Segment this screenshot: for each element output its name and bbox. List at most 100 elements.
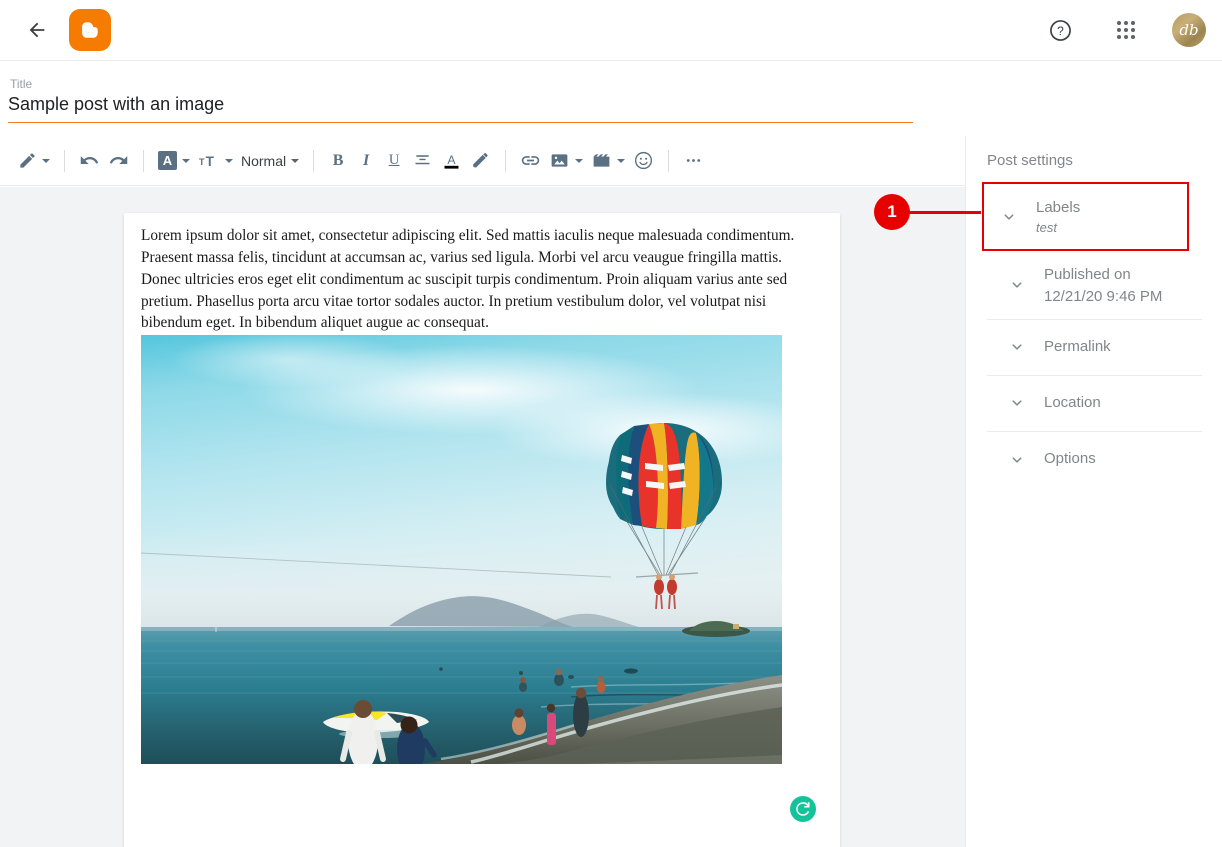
sidebar-item-location-name: Location	[1044, 393, 1101, 411]
more-options-icon	[686, 159, 701, 162]
chevron-down-icon	[617, 158, 626, 163]
sidebar-item-permalink-name: Permalink	[1044, 337, 1111, 355]
post-settings-list: Labels test Published on 12/21/20 9:46 P…	[966, 182, 1222, 488]
sidebar-item-permalink[interactable]: Permalink	[987, 320, 1202, 376]
chevron-down-icon	[1008, 394, 1032, 412]
sidebar-item-published-on-name: Published on	[1044, 266, 1131, 284]
undo-icon	[80, 156, 99, 164]
post-settings-sidebar: Post settings Labels test Published on 1…	[965, 136, 1222, 847]
title-label: Title	[10, 77, 33, 91]
toolbar-divider	[505, 149, 507, 172]
blogger-post-editor: ? db Title Sample post with an image A T…	[0, 0, 1222, 847]
top-app-bar: ? db	[0, 0, 1222, 61]
grammarly-button[interactable]	[790, 796, 816, 822]
annotation-badge-number: 1	[887, 202, 897, 221]
text-color-icon: A	[444, 153, 459, 169]
strikethrough-button[interactable]	[408, 144, 437, 178]
sidebar-item-options-texts: Options	[1032, 449, 1096, 469]
toolbar-divider	[313, 149, 315, 172]
sidebar-item-labels-name: Labels	[1036, 199, 1081, 216]
annotation-connector-line	[903, 211, 981, 214]
svg-text:A: A	[448, 153, 457, 167]
sidebar-item-location[interactable]: Location	[987, 376, 1202, 432]
topbar-actions: ? db	[1040, 10, 1222, 50]
link-icon	[521, 156, 540, 165]
text-color-button[interactable]: A	[437, 144, 466, 178]
chevron-down-icon	[225, 158, 233, 163]
sidebar-item-options[interactable]: Options	[987, 432, 1202, 488]
avatar-initials: db	[1179, 21, 1199, 39]
font-family-icon: A	[158, 151, 177, 170]
sidebar-item-options-name: Options	[1044, 450, 1096, 468]
svg-text:?: ?	[1057, 24, 1064, 38]
toolbar-divider	[668, 149, 670, 172]
emoji-icon	[635, 151, 653, 170]
sidebar-item-labels-texts: Labels test	[1024, 198, 1080, 235]
pen-button[interactable]	[14, 144, 54, 178]
paragraph-style-dropdown[interactable]: Normal	[237, 153, 303, 169]
highlight-color-icon	[473, 153, 488, 168]
undo-button[interactable]	[75, 144, 104, 178]
sidebar-item-published-on-texts: Published on 12/21/20 9:46 PM	[1032, 265, 1162, 304]
font-size-button[interactable]: T T	[194, 144, 237, 178]
google-apps-button[interactable]	[1106, 10, 1146, 50]
chevron-down-icon	[42, 158, 50, 163]
chevron-down-icon	[1008, 451, 1032, 469]
chevron-down-icon	[291, 158, 300, 163]
insert-video-button[interactable]	[587, 144, 629, 178]
post-image[interactable]	[141, 335, 782, 764]
underline-icon: U	[388, 152, 400, 168]
strikethrough-icon	[415, 155, 430, 165]
toolbar-divider	[143, 149, 144, 172]
svg-text:T: T	[199, 157, 205, 167]
sidebar-item-published-on[interactable]: Published on 12/21/20 9:46 PM	[987, 251, 1202, 320]
annotation-badge-1: 1	[874, 194, 910, 230]
svg-text:T: T	[206, 154, 215, 169]
chevron-down-icon	[575, 158, 584, 163]
font-family-button[interactable]: A	[154, 144, 194, 178]
sidebar-item-location-texts: Location	[1032, 393, 1101, 413]
paragraph-style-label: Normal	[241, 152, 287, 169]
beach-parasailing-photo	[141, 335, 782, 764]
chevron-down-icon	[182, 158, 190, 163]
italic-icon: I	[363, 151, 370, 169]
insert-video-icon	[593, 154, 610, 167]
sidebar-item-published-on-value: 12/21/20 9:46 PM	[1044, 287, 1163, 305]
help-button[interactable]: ?	[1040, 10, 1080, 50]
grammarly-icon	[796, 802, 810, 816]
emoji-button[interactable]	[629, 144, 658, 178]
bold-icon: B	[332, 151, 344, 169]
sidebar-item-labels-value: test	[1036, 220, 1057, 236]
sidebar-item-labels[interactable]: Labels test	[982, 182, 1189, 252]
highlight-color-button[interactable]	[466, 144, 495, 178]
toolbar-divider	[64, 149, 65, 172]
insert-image-icon	[551, 154, 568, 167]
chevron-down-icon	[1008, 338, 1032, 356]
bold-button[interactable]: B	[324, 144, 352, 178]
sidebar-item-permalink-texts: Permalink	[1032, 337, 1111, 357]
editor-canvas: Lorem ipsum dolor sit amet, consectetur …	[0, 187, 965, 847]
avatar[interactable]: db	[1172, 13, 1206, 47]
font-size-icon: T T	[199, 154, 215, 169]
more-options-button[interactable]	[679, 144, 708, 178]
title-input[interactable]	[8, 94, 913, 123]
insert-link-button[interactable]	[516, 144, 545, 178]
italic-button[interactable]: I	[352, 144, 380, 178]
pen-icon	[20, 153, 35, 168]
insert-image-button[interactable]	[545, 144, 587, 178]
arrow-left-icon	[29, 22, 45, 38]
formatting-toolbar: A T T Normal B I U A	[0, 136, 965, 186]
chevron-down-icon	[1000, 208, 1024, 226]
underline-button[interactable]: U	[380, 144, 408, 178]
title-row: Title Preview	[0, 61, 1222, 179]
help-circle-icon: ?	[1049, 19, 1071, 41]
post-body-text[interactable]: Lorem ipsum dolor sit amet, consectetur …	[141, 225, 825, 334]
blogger-logo-button[interactable]	[69, 9, 111, 51]
redo-button[interactable]	[104, 144, 133, 178]
back-button[interactable]	[22, 15, 52, 45]
post-paper[interactable]: Lorem ipsum dolor sit amet, consectetur …	[124, 213, 840, 847]
apps-grid-icon	[1117, 21, 1135, 39]
post-settings-heading: Post settings	[987, 152, 1073, 169]
chevron-down-icon	[1008, 276, 1032, 294]
redo-icon	[109, 156, 128, 164]
